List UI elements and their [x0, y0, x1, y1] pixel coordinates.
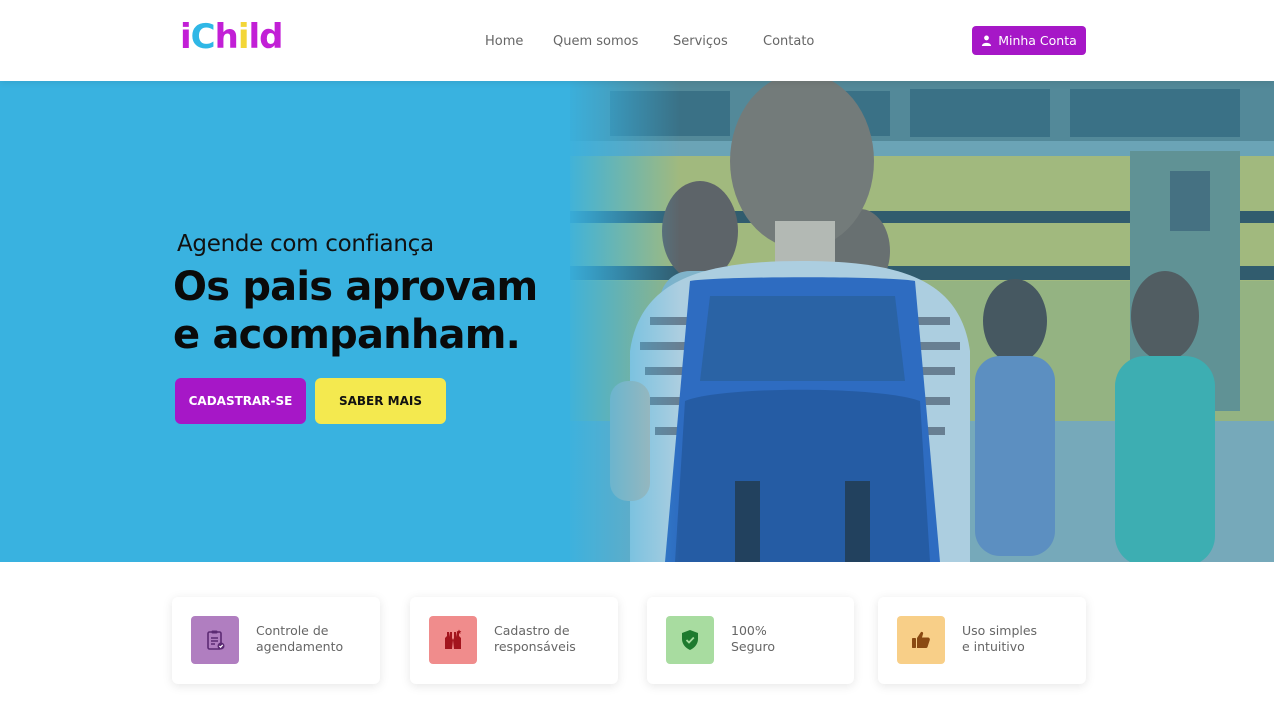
feature-card-ease-of-use: Uso simples e intuitivo — [878, 597, 1086, 684]
logo-letter: i — [237, 17, 250, 57]
feature-line: responsáveis — [494, 639, 576, 654]
nav-link-contato[interactable]: Contato — [763, 34, 814, 49]
thumbs-up-icon — [912, 631, 930, 648]
logo-letter: d — [259, 17, 283, 57]
feature-text: Controle de agendamento — [256, 623, 343, 655]
feature-card-guardians: Cadastro de responsáveis — [410, 597, 618, 684]
logo-letter: i — [180, 17, 192, 57]
feature-line: 100% — [731, 623, 767, 638]
learn-more-button[interactable]: SABER MAIS — [315, 378, 446, 424]
logo-letter: l — [248, 17, 260, 57]
hero-photo-fade — [540, 81, 680, 562]
hero-headline-line2: e acompanham. — [173, 312, 521, 358]
feature-line: Cadastro de — [494, 623, 570, 638]
feature-line: agendamento — [256, 639, 344, 654]
feature-icon-box — [666, 616, 714, 664]
clipboard-check-icon — [207, 630, 225, 650]
raised-hands-icon — [445, 629, 462, 649]
ichild-logo[interactable]: iChild — [180, 17, 283, 57]
hero-tagline: Agende com confiança — [177, 231, 434, 257]
signup-button[interactable]: CADASTRAR-SE — [175, 378, 306, 424]
hero-headline: Os pais aprovam e acompanham. — [173, 263, 538, 359]
feature-icon-box — [429, 616, 477, 664]
feature-icon-box — [897, 616, 945, 664]
feature-text: Uso simples e intuitivo — [962, 623, 1037, 655]
feature-line: Seguro — [731, 639, 775, 654]
shield-icon — [682, 630, 698, 650]
feature-card-security: 100% Seguro — [647, 597, 854, 684]
user-icon — [982, 35, 992, 46]
nav-link-home[interactable]: Home — [485, 34, 523, 49]
nav-link-servicos[interactable]: Serviços — [673, 34, 728, 49]
logo-letter: C — [190, 17, 216, 57]
nav-link-quem-somos[interactable]: Quem somos — [553, 34, 638, 49]
my-account-label: Minha Conta — [998, 33, 1077, 48]
feature-icon-box — [191, 616, 239, 664]
feature-text: 100% Seguro — [731, 623, 775, 655]
feature-card-scheduling: Controle de agendamento — [172, 597, 380, 684]
feature-line: Uso simples — [962, 623, 1038, 638]
feature-text: Cadastro de responsáveis — [494, 623, 576, 655]
feature-line: e intuitivo — [962, 639, 1025, 654]
hero-headline-line1: Os pais aprovam — [173, 264, 538, 310]
my-account-button[interactable]: Minha Conta — [972, 26, 1086, 55]
logo-letter: h — [214, 17, 239, 57]
feature-line: Controle de — [256, 623, 329, 638]
site-header: iChild Home Quem somos Serviços Contato … — [0, 0, 1274, 81]
